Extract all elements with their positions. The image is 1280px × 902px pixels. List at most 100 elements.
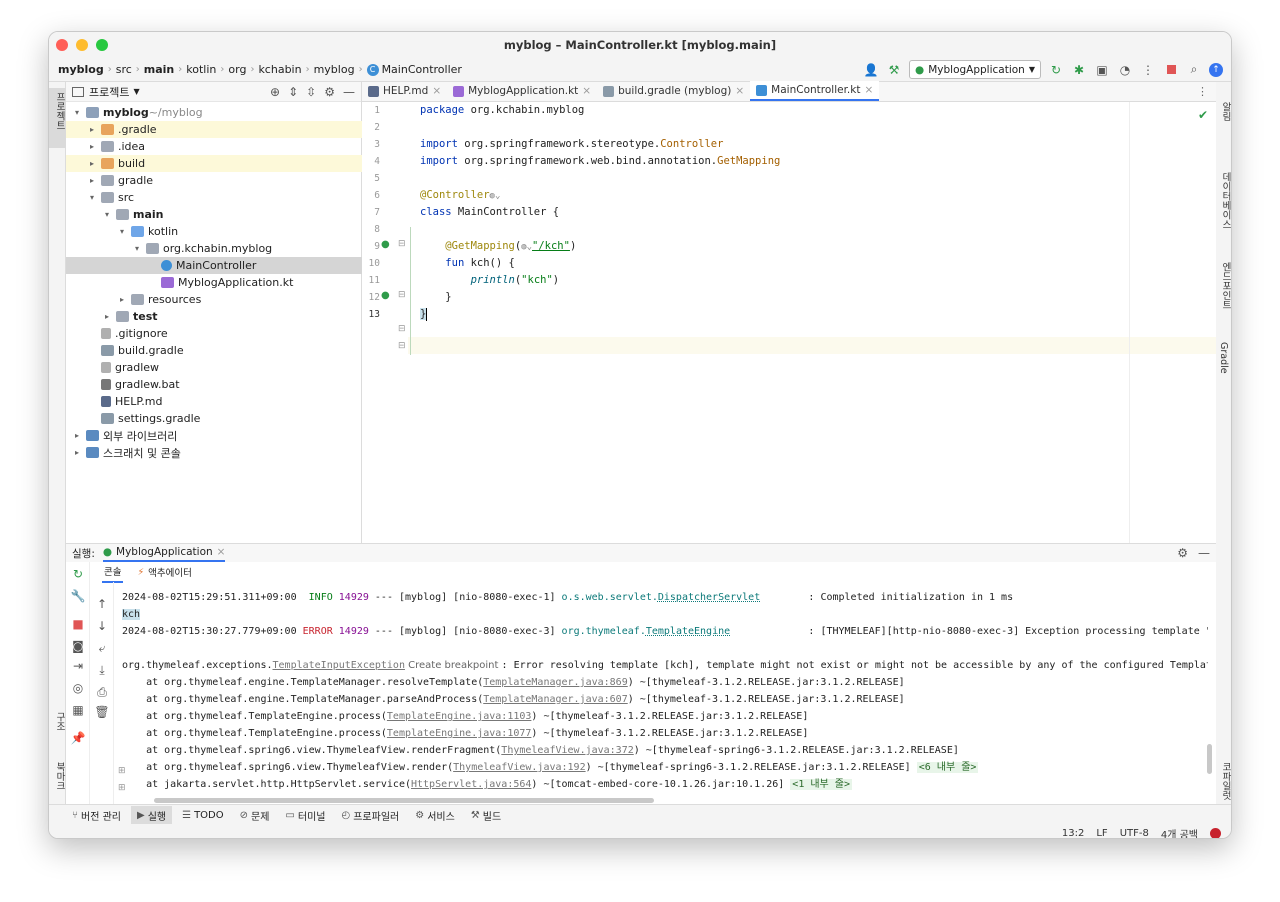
globe-inlay-icon[interactable]: ◍⌄ <box>490 191 501 201</box>
tree-item[interactable]: ▸ gradle <box>66 172 362 189</box>
copilot-tool-label[interactable]: 코파일럿 <box>1218 762 1231 800</box>
fold-icon[interactable]: ⊟ <box>398 341 406 351</box>
chevron-down-icon[interactable]: ▾ <box>72 108 82 117</box>
close-icon[interactable]: × <box>217 546 226 558</box>
locate-file-icon[interactable]: ⊕ <box>270 85 280 99</box>
search-icon[interactable]: ⌕ <box>1186 62 1202 78</box>
chevron-right-icon[interactable]: ▸ <box>87 176 97 185</box>
close-icon[interactable]: × <box>582 85 591 97</box>
debug-icon[interactable]: ✱ <box>1071 62 1087 78</box>
hide-panel-icon[interactable]: — <box>343 85 355 99</box>
build-hammer-icon[interactable]: ⚒ <box>886 62 902 78</box>
minimize-window-button[interactable] <box>76 39 88 51</box>
user-account-icon[interactable]: 👤 <box>863 62 879 78</box>
folded-lines-badge[interactable]: <6 내부 줄> <box>916 762 979 773</box>
chevron-right-icon[interactable]: ▸ <box>87 125 97 134</box>
soft-wrap-icon[interactable]: ⤶ <box>94 640 110 656</box>
project-view-selector[interactable]: 프로젝트 <box>89 84 129 100</box>
stack-frame-link[interactable]: TemplateEngine.java:1077 <box>387 728 532 739</box>
caret-position[interactable]: 13:2 <box>1062 828 1084 839</box>
indent-setting[interactable]: 4개 공백 <box>1161 826 1198 839</box>
chevron-right-icon[interactable]: ▸ <box>117 295 127 304</box>
stack-frame-link[interactable]: HttpServlet.java:564 <box>411 779 531 790</box>
scroll-to-end-icon[interactable]: ⤓ <box>94 662 110 678</box>
scroll-up-icon[interactable]: ↑ <box>94 596 110 612</box>
tree-item[interactable]: MainController <box>66 257 362 274</box>
tree-item[interactable]: MyblogApplication.kt <box>66 274 362 291</box>
run-configuration-dropdown[interactable]: ● MyblogApplication ▼ <box>909 60 1041 79</box>
tree-item[interactable]: HELP.md <box>66 393 362 410</box>
bottom-tab[interactable]: ⚒ 빌드 <box>465 806 507 824</box>
tree-item[interactable]: ▸ .idea <box>66 138 362 155</box>
more-run-options-icon[interactable]: ⋮ <box>1140 62 1156 78</box>
endpoint-gutter-icon[interactable]: ● <box>381 290 390 301</box>
coverage-icon[interactable]: ▣ <box>1094 62 1110 78</box>
editor-tab[interactable]: HELP.md × <box>362 81 447 101</box>
print-icon[interactable]: ⎙ <box>94 684 110 700</box>
chevron-down-icon[interactable]: ▾ <box>132 244 142 253</box>
rerun-icon[interactable]: ↻ <box>1048 62 1064 78</box>
tree-item[interactable]: ▸ test <box>66 308 362 325</box>
editor-tab[interactable]: build.gradle (myblog) × <box>597 81 750 101</box>
close-icon[interactable]: × <box>735 85 744 97</box>
camera-icon[interactable]: ◙ <box>70 638 86 654</box>
exit-icon[interactable]: ⇥ <box>70 658 86 674</box>
bottom-tab[interactable]: ⑂ 버전 관리 <box>66 806 127 824</box>
bottom-tab[interactable]: ☰ TODO <box>176 806 230 824</box>
stack-frame-link[interactable]: TemplateManager.java:869 <box>483 677 628 688</box>
tree-item[interactable]: gradlew.bat <box>66 376 362 393</box>
breadcrumb-item[interactable]: myblog <box>314 63 355 76</box>
profile-icon[interactable]: ◔ <box>1117 62 1133 78</box>
vertical-scrollbar[interactable] <box>1207 744 1212 774</box>
create-breakpoint-link[interactable]: Create breakpoint <box>405 660 502 671</box>
bottom-tab[interactable]: ▭ 터미널 <box>279 806 331 824</box>
zoom-window-button[interactable] <box>96 39 108 51</box>
tree-item[interactable]: ▾ main <box>66 206 362 223</box>
close-icon[interactable]: × <box>432 85 441 97</box>
bookmarks-tool-label[interactable]: 북마크 <box>52 762 66 791</box>
breadcrumb-item[interactable]: myblog <box>58 63 104 76</box>
chevron-right-icon[interactable]: ▸ <box>102 312 112 321</box>
chevron-down-icon[interactable]: ▼ <box>133 87 139 96</box>
breadcrumb-item[interactable]: kotlin <box>186 63 216 76</box>
expand-all-icon[interactable]: ⇕ <box>288 85 298 99</box>
tree-item[interactable]: ▾ myblog ~/myblog <box>66 104 362 121</box>
globe-inlay-icon[interactable]: ◍⌄ <box>521 242 532 252</box>
breadcrumb-item[interactable]: MainController <box>382 63 462 76</box>
fold-icon[interactable]: ⊟ <box>398 239 406 249</box>
notifications-tool-label[interactable]: 알림 <box>1218 102 1231 121</box>
settings-gear-icon[interactable]: ⚙ <box>1177 546 1188 560</box>
chevron-right-icon[interactable]: ▸ <box>87 159 97 168</box>
stack-frame-link[interactable]: TemplateManager.java:607 <box>483 694 628 705</box>
stop-icon[interactable] <box>1163 62 1179 78</box>
console-output[interactable]: 2024-08-02T15:29:51.311+09:00 INFO 14929… <box>122 589 1208 799</box>
settings-gear-icon[interactable]: ⚙ <box>324 85 335 99</box>
rerun-icon[interactable]: ↻ <box>70 566 86 582</box>
pin-icon[interactable]: 📌 <box>70 730 86 746</box>
chevron-right-icon[interactable]: ▸ <box>72 431 82 440</box>
more-tabs-icon[interactable]: ⋮ <box>1197 85 1208 98</box>
database-tool-label[interactable]: 데이터베이스 <box>1218 172 1231 229</box>
hide-panel-icon[interactable]: — <box>1198 546 1210 560</box>
tree-item[interactable]: gradlew <box>66 359 362 376</box>
clear-icon[interactable]: 🗑 <box>94 704 110 720</box>
breadcrumb-item[interactable]: main <box>144 63 175 76</box>
tree-item[interactable]: ▾ kotlin <box>66 223 362 240</box>
bottom-tab[interactable]: ◴ 프로파일러 <box>335 806 405 824</box>
tree-item[interactable]: ▸ build <box>66 155 362 172</box>
chevron-down-icon[interactable]: ▾ <box>117 227 127 236</box>
editor-tab[interactable]: MyblogApplication.kt × <box>447 81 597 101</box>
close-window-button[interactable] <box>56 39 68 51</box>
breadcrumb-item[interactable]: src <box>116 63 132 76</box>
gradle-tool-label[interactable]: Gradle <box>1218 342 1229 374</box>
tree-item[interactable]: settings.gradle <box>66 410 362 427</box>
log-logger-link[interactable]: TemplateEngine <box>646 626 730 637</box>
horizontal-scrollbar[interactable] <box>154 798 654 803</box>
update-icon[interactable]: ↑ <box>1209 62 1223 77</box>
editor-tab[interactable]: MainController.kt × <box>750 81 880 101</box>
collapse-all-icon[interactable]: ⇳ <box>306 85 316 99</box>
tree-item[interactable]: ▸ resources <box>66 291 362 308</box>
chevron-right-icon[interactable]: ▸ <box>72 448 82 457</box>
fold-icon[interactable]: ⊟ <box>398 290 406 300</box>
chevron-down-icon[interactable]: ▾ <box>87 193 97 202</box>
